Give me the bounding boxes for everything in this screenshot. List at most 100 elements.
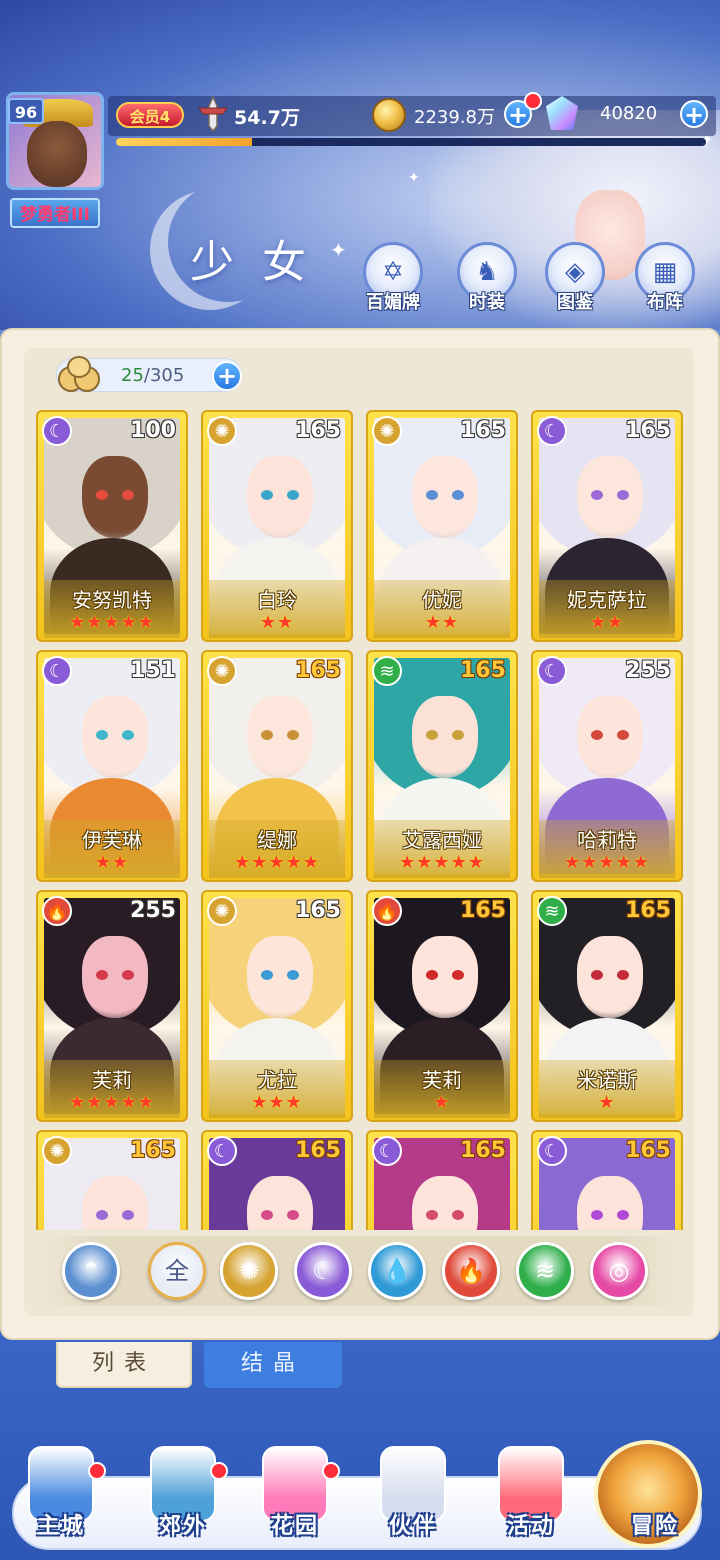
girl-eye xyxy=(452,970,464,980)
sun-element-icon: ✺ xyxy=(207,896,237,926)
girl-card[interactable]: ✺ 165 尤拉 ★★★ xyxy=(201,890,353,1122)
girl-eye xyxy=(96,490,108,500)
nav-item-castle[interactable]: 主城 xyxy=(6,1436,116,1560)
girl-face xyxy=(247,456,313,538)
filter-all-button[interactable]: 全 xyxy=(148,1242,206,1300)
girl-eye xyxy=(591,1210,603,1220)
girl-face xyxy=(82,936,148,1018)
filter-fire-icon[interactable]: 🔥 xyxy=(442,1242,500,1300)
fire-element-icon: 🔥 xyxy=(42,896,72,926)
girl-card[interactable]: ☾ 165 妮克萨拉 ★★ xyxy=(531,410,683,642)
moon-element-icon: ☾ xyxy=(372,1136,402,1166)
filter-collapse-icon[interactable]: ⌃ xyxy=(62,1242,120,1300)
girl-face xyxy=(82,696,148,778)
girl-name: 优妮 xyxy=(422,588,462,612)
fire-element-icon: 🔥 xyxy=(372,896,402,926)
add-gem-button[interactable]: + xyxy=(680,100,708,128)
moon-element-icon: ☾ xyxy=(537,656,567,686)
moon-element-icon: ☾ xyxy=(42,656,72,686)
formation-button-label: 布阵 xyxy=(647,292,683,313)
girl-eye xyxy=(122,970,134,980)
nav-item-compass[interactable]: 冒险 xyxy=(594,1436,710,1560)
girl-name: 白玲 xyxy=(257,588,297,612)
girl-card[interactable]: ☾ 100 安努凯特 ★★★★★ xyxy=(36,410,188,642)
girl-star-rating: ★★★ xyxy=(251,1092,303,1113)
girl-name: 哈莉特 xyxy=(577,828,637,852)
girl-eye xyxy=(261,970,273,980)
girl-card[interactable]: ✺ 165 白玲 ★★ xyxy=(201,410,353,642)
moon-element-icon: ☾ xyxy=(537,1136,567,1166)
girl-eye xyxy=(261,490,273,500)
outfit-button[interactable]: ♞ 时装 xyxy=(452,242,522,314)
sun-element-icon: ✺ xyxy=(372,416,402,446)
vip-badge[interactable]: 会员4 xyxy=(116,102,184,128)
girl-level: 165 xyxy=(460,1138,506,1163)
filter-water-icon[interactable]: 💧 xyxy=(368,1242,426,1300)
nav-item-magic-circle[interactable]: 郊外 xyxy=(128,1436,238,1560)
nav-label: 活动 xyxy=(506,1514,555,1539)
girl-name: 安努凯特 xyxy=(72,588,152,612)
girl-card[interactable]: ✺ 165 优妮 ★★ xyxy=(366,410,518,642)
filter-love-icon[interactable]: ◎ xyxy=(590,1242,648,1300)
filter-sun-icon[interactable]: ✺ xyxy=(220,1242,278,1300)
bottom-navigation: 主城 郊外 花园 伙伴 活动 冒险 xyxy=(0,1436,720,1560)
nav-item-partner[interactable]: 伙伴 xyxy=(358,1436,468,1560)
girl-card[interactable]: ☾ 165 xyxy=(201,1130,353,1230)
filter-wind-icon[interactable]: ≋ xyxy=(516,1242,574,1300)
girl-eye xyxy=(591,970,603,980)
girl-level: 255 xyxy=(625,658,671,683)
girl-star-rating: ★★ xyxy=(259,612,295,633)
cards-button-label: 百媚牌 xyxy=(366,292,420,313)
girl-eye xyxy=(287,730,299,740)
nav-item-gift[interactable]: 活动 xyxy=(476,1436,586,1560)
girl-card[interactable]: ☾ 165 xyxy=(531,1130,683,1230)
girl-level: 165 xyxy=(460,658,506,683)
tab-crystal[interactable]: 结晶 xyxy=(204,1342,342,1388)
girl-card[interactable]: ✺ 165 xyxy=(36,1130,188,1230)
girl-name: 芙莉 xyxy=(92,1068,132,1092)
cards-button[interactable]: ✡ 百媚牌 xyxy=(358,242,428,314)
girl-card[interactable]: ✺ 165 缇娜 ★★★★★ xyxy=(201,650,353,882)
outfit-button-label: 时装 xyxy=(469,292,505,313)
girl-face xyxy=(247,936,313,1018)
nav-label: 伙伴 xyxy=(388,1514,437,1539)
gold-coin-icon xyxy=(372,98,406,132)
girl-card[interactable]: 🔥 255 芙莉 ★★★★★ xyxy=(36,890,188,1122)
girl-face xyxy=(577,1176,643,1230)
girl-name: 尤拉 xyxy=(257,1068,297,1092)
nav-item-heart[interactable]: 花园 xyxy=(240,1436,350,1560)
girl-eye xyxy=(617,490,629,500)
girl-card[interactable]: ☾ 165 xyxy=(366,1130,518,1230)
girl-star-rating: ★★★★★ xyxy=(399,852,485,873)
girl-card[interactable]: ≋ 165 米诺斯 ★ xyxy=(531,890,683,1122)
girl-face xyxy=(82,1176,148,1230)
girl-level: 165 xyxy=(295,898,341,923)
formation-button[interactable]: ▦ 布阵 xyxy=(630,242,700,314)
girl-card[interactable]: ☾ 151 伊芙琳 ★★ xyxy=(36,650,188,882)
tab-list[interactable]: 列表 xyxy=(56,1342,192,1388)
girl-eye xyxy=(617,730,629,740)
girl-star-rating: ★ xyxy=(433,1092,451,1113)
girl-eye xyxy=(591,490,603,500)
girl-star-rating: ★★ xyxy=(589,612,625,633)
girl-card[interactable]: ≋ 165 艾露西娅 ★★★★★ xyxy=(366,650,518,882)
moon-element-icon: ☾ xyxy=(42,416,72,446)
sun-element-icon: ✺ xyxy=(42,1136,72,1166)
girl-eye xyxy=(591,730,603,740)
girl-eye xyxy=(452,490,464,500)
filter-moon-icon[interactable]: ☾ xyxy=(294,1242,352,1300)
notification-dot xyxy=(88,1462,106,1480)
girl-eye xyxy=(96,730,108,740)
codex-button[interactable]: ◈ 图鉴 xyxy=(540,242,610,314)
girl-level: 165 xyxy=(460,898,506,923)
girl-card[interactable]: ☾ 255 哈莉特 ★★★★★ xyxy=(531,650,683,882)
girl-level: 151 xyxy=(130,658,176,683)
girl-face xyxy=(577,456,643,538)
girl-eye xyxy=(426,730,438,740)
expand-collection-button[interactable]: + xyxy=(212,361,242,391)
girl-name: 芙莉 xyxy=(422,1068,462,1092)
girl-eye xyxy=(261,1210,273,1220)
girl-card[interactable]: 🔥 165 芙莉 ★ xyxy=(366,890,518,1122)
girl-eye xyxy=(122,490,134,500)
girl-eye xyxy=(287,490,299,500)
